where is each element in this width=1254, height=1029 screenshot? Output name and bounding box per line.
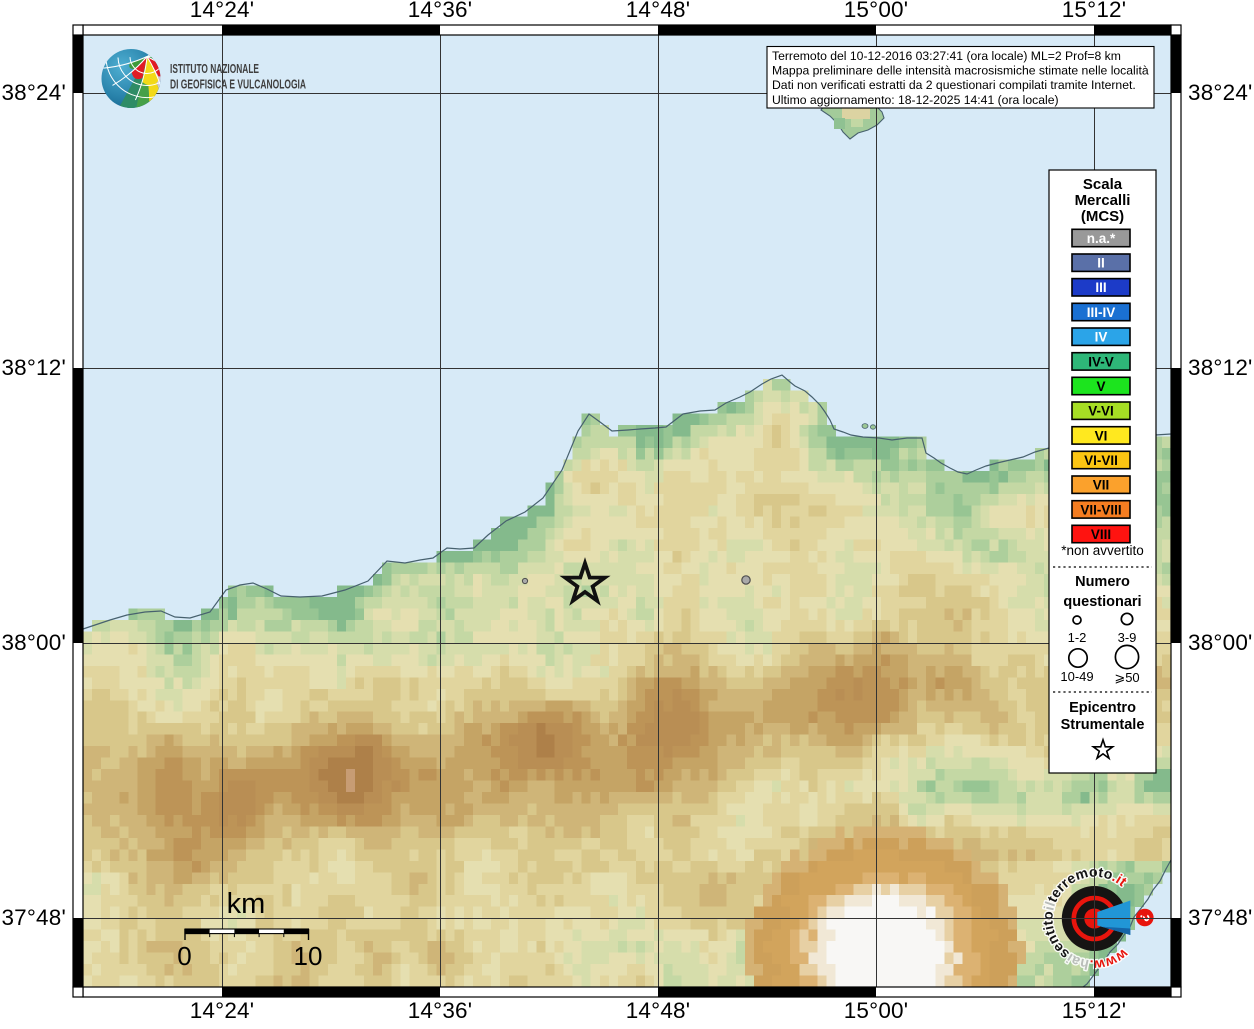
svg-text:14°48': 14°48' [626,0,691,22]
svg-text:Strumentale: Strumentale [1061,717,1145,733]
svg-text:14°24': 14°24' [190,0,255,22]
svg-text:VII-VIII: VII-VIII [1080,502,1121,517]
svg-text:III-IV: III-IV [1087,305,1116,320]
svg-text:km: km [227,888,266,920]
svg-text:15°00': 15°00' [844,0,909,22]
svg-text:ISTITUTO NAZIONALE: ISTITUTO NAZIONALE [170,62,259,76]
svg-text:15°00': 15°00' [844,998,909,1023]
svg-text:38°12': 38°12' [1188,355,1253,380]
svg-text:n.a.*: n.a.* [1087,231,1116,246]
svg-text:38°12': 38°12' [1,355,66,380]
svg-text:37°48': 37°48' [1188,905,1253,930]
svg-text:38°24': 38°24' [1188,80,1253,105]
svg-text:Ultimo aggiornamento: 18-12-20: Ultimo aggiornamento: 18-12-2025 14:41 (… [772,93,1059,107]
svg-text:Epicentro: Epicentro [1069,700,1136,716]
svg-text:IV: IV [1095,330,1108,345]
svg-text:14°48': 14°48' [626,998,691,1023]
svg-text:15°12': 15°12' [1062,998,1127,1023]
svg-text:38°00': 38°00' [1188,630,1253,655]
svg-text:VIII: VIII [1091,527,1111,542]
svg-text:Dati non verificati estratti d: Dati non verificati estratti da 2 questi… [772,78,1136,92]
svg-text:VI-VII: VI-VII [1084,453,1118,468]
svg-text:*non avvertito: *non avvertito [1061,543,1144,558]
svg-text:Scala: Scala [1083,176,1123,193]
svg-text:V-VI: V-VI [1088,404,1114,419]
svg-text:0: 0 [177,941,191,971]
svg-text:V: V [1096,379,1105,394]
svg-text:14°36': 14°36' [408,0,473,22]
svg-text:questionari: questionari [1063,594,1141,610]
svg-text:⩾50: ⩾50 [1114,670,1139,685]
svg-text:DI GEOFISICA E VULCANOLOGIA: DI GEOFISICA E VULCANOLOGIA [170,78,306,92]
svg-text:10-49: 10-49 [1060,669,1093,684]
svg-text:IV-V: IV-V [1088,354,1114,369]
svg-text:II: II [1097,256,1105,271]
svg-text:Mappa preliminare delle intens: Mappa preliminare delle intensità macros… [772,64,1149,78]
svg-text:15°12': 15°12' [1062,0,1127,22]
svg-text:Terremoto del 10-12-2016 03:27: Terremoto del 10-12-2016 03:27:41 (ora l… [772,49,1121,63]
svg-text:Mercalli: Mercalli [1075,192,1131,209]
svg-text:14°24': 14°24' [190,998,255,1023]
svg-text:38°00': 38°00' [1,630,66,655]
svg-text:10: 10 [294,941,323,971]
svg-text:1-2: 1-2 [1068,630,1087,645]
svg-text:(MCS): (MCS) [1081,208,1124,225]
svg-text:14°36': 14°36' [408,998,473,1023]
svg-text:3-9: 3-9 [1118,630,1137,645]
svg-text:38°24': 38°24' [1,80,66,105]
svg-text:37°48': 37°48' [1,905,66,930]
svg-text:III: III [1095,280,1106,295]
svg-text:Numero: Numero [1075,574,1130,590]
svg-text:VI: VI [1095,428,1108,443]
svg-text:VII: VII [1093,478,1110,493]
